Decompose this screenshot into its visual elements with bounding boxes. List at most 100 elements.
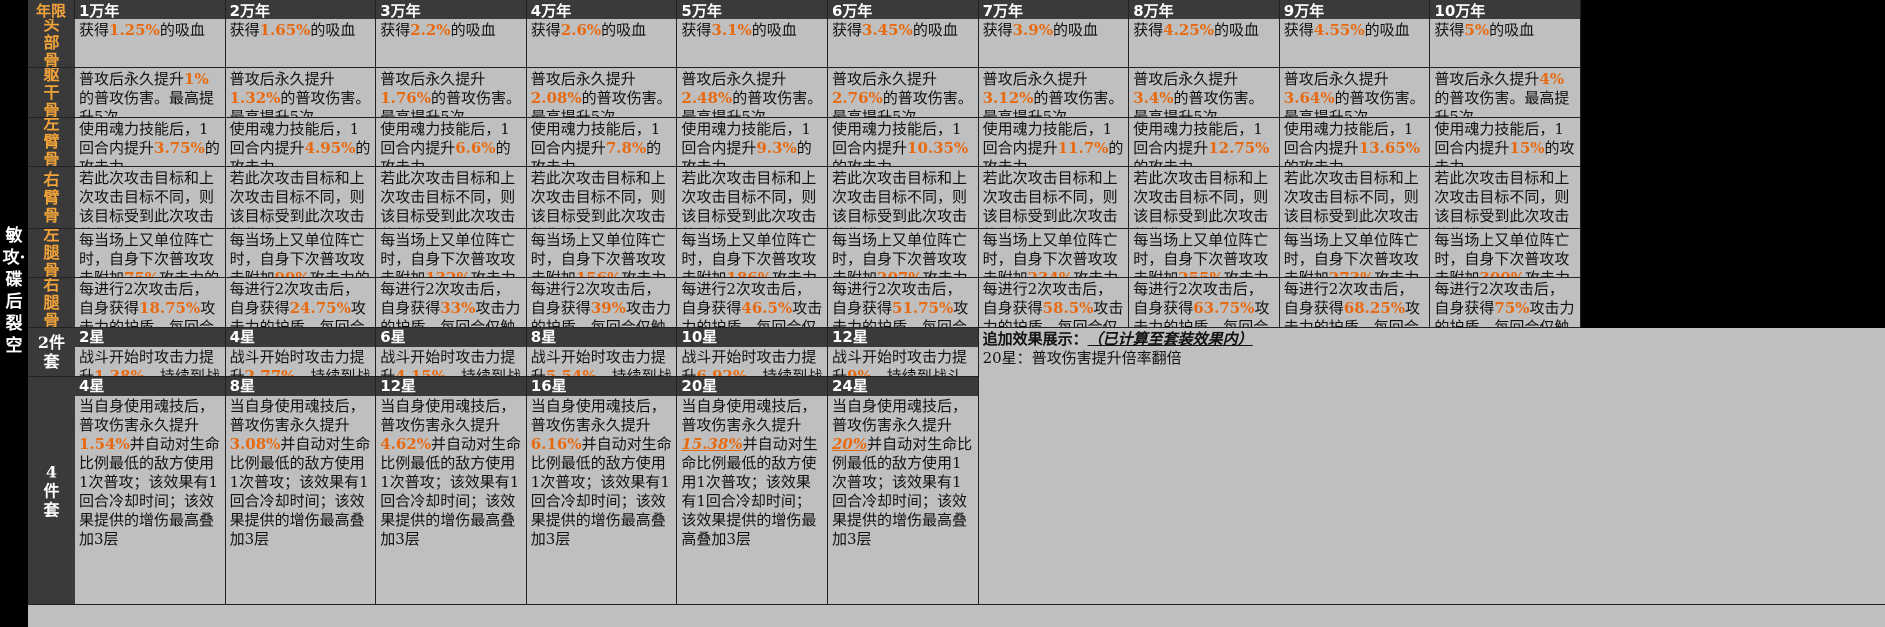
effect-value: 46.5% (741, 299, 793, 317)
effect-text: 的普攻伤害。最高提升5次 (79, 89, 215, 118)
effect-value: 132% (425, 269, 471, 278)
effect-text: 普攻后永久提升 (1133, 70, 1239, 88)
bone-name: 右腿骨 (43, 278, 60, 328)
effect-value: 255% (1178, 269, 1224, 278)
bone-effect-cell: 使用魂力技能后，1回合内提升15%的攻击力 (1430, 118, 1581, 167)
set2-label: 2件套 (28, 328, 75, 377)
star-level: 12星 (376, 377, 526, 396)
effect-value: 3.12% (982, 89, 1034, 107)
extra-title: 追加效果展示： (982, 330, 1088, 348)
year-header-text: 3万年 (380, 2, 421, 19)
set2-effect-cell: 6星战斗开始时攻击力提升4.15%，持续到战斗结束 (376, 328, 527, 377)
effect-value: 58.5% (1042, 299, 1094, 317)
bone-effect-cell: 获得2.6%的吸血 (526, 19, 678, 68)
star-text: 12星 (832, 328, 868, 346)
effect-value: 10.35% (907, 139, 969, 157)
bone-effect-cell: 获得4.55%的吸血 (1279, 19, 1431, 68)
bone-effect-cell: 使用魂力技能后，1回合内提升4.95%的攻击力 (225, 118, 377, 167)
effect-text: 的吸血 (450, 21, 496, 39)
effect-value: 2.77% (244, 367, 296, 377)
star-text: 2星 (79, 328, 105, 346)
effect-text: 若此次攻击目标和上次攻击目标不同，则该目标受到此次攻击的伤害提升 (530, 169, 666, 228)
set4-effect-cell: 20星 当自身使用魂技后，普攻伤害永久提升15.38%并自动对生命比例最低的敌方使… (677, 377, 828, 605)
effect-value: 1.32% (229, 89, 281, 107)
effect-value: 1.65% (259, 21, 311, 39)
star-text: 10星 (681, 328, 718, 346)
extra-line: 20星：普攻伤害提升倍率翻倍 (982, 349, 1182, 367)
star-text: 16星 (530, 377, 567, 395)
effect-text: 获得 (832, 21, 863, 39)
set-name-column: 敏攻·碟后裂空 (0, 0, 28, 627)
bone-effect-cell: 若此次攻击目标和上次攻击目标不同，则该目标受到此次攻击的伤害提升3.75% (75, 167, 226, 229)
bone-effect-cell: 每当场上又单位阵亡时，自身下次普攻攻击附加75%攻击力的伤害 (75, 229, 226, 278)
bone-effect-cell: 若此次攻击目标和上次攻击目标不同，则该目标受到此次攻击的伤害提升13.65% (1279, 167, 1431, 229)
effect-text: 普攻后永久提升 (1434, 70, 1540, 88)
effect-value: 4.25% (1163, 21, 1214, 39)
effect-text: 的吸血 (601, 21, 647, 39)
star-level: 6星 (376, 328, 526, 347)
effect-text: 获得 (380, 21, 411, 39)
effect-text: 的吸血 (751, 21, 797, 39)
bone-effect-cell: 普攻后永久提升2.76%的普攻伤害。最高提升5次 (828, 68, 979, 118)
star-text: 4星 (229, 328, 256, 346)
effect-text: 普攻后永久提升 (681, 70, 787, 88)
effect-value: 3.64% (1283, 89, 1335, 107)
set2-effect-cell: 2星战斗开始时攻击力提升1.38%，持续到战斗结束 (75, 328, 226, 377)
bone-name: 左腿骨 (43, 229, 60, 278)
effect-text: 的吸血 (1489, 21, 1535, 39)
effect-text: 普攻后永久提升 (982, 70, 1088, 88)
set-label-text: 4件套 (43, 462, 60, 519)
effect-value: 75% (124, 269, 160, 278)
effect-value: 6.92% (696, 367, 748, 377)
effect-value: 2.6% (560, 21, 602, 39)
footer-bar (28, 605, 1885, 627)
year-column-header: 5万年 (677, 0, 828, 19)
bone-effect-cell: 获得4.25%的吸血 (1129, 19, 1280, 68)
bone-effect-cell: 若此次攻击目标和上次攻击目标不同，则该目标受到此次攻击的伤害提升9.3% (677, 167, 828, 229)
effect-value: 39% (590, 299, 626, 317)
year-header-text: 10万年 (1434, 2, 1486, 19)
bone-name: 左臂骨 (43, 118, 60, 167)
bone-effect-cell: 普攻后永久提升3.4%的普攻伤害。最高提升5次 (1129, 68, 1280, 118)
bone-effect-cell: 每当场上又单位阵亡时，自身下次普攻攻击附加255%攻击力的伤害 (1129, 229, 1280, 278)
bone-effect-cell: 若此次攻击目标和上次攻击目标不同，则该目标受到此次攻击的伤害提升7.8% (526, 167, 678, 229)
bone-effect-cell: 获得3.1%的吸血 (677, 19, 828, 68)
set2-effect-cell: 4星战斗开始时攻击力提升2.77%，持续到战斗结束 (225, 328, 377, 377)
year-column-header: 8万年 (1129, 0, 1280, 19)
star-level: 2星 (75, 328, 225, 347)
bone-effect-cell: 普攻后永久提升2.48%的普攻伤害。最高提升5次 (677, 68, 828, 118)
star-text: 6星 (380, 328, 406, 346)
effect-text: 当自身使用魂技后，普攻伤害永久提升 (832, 397, 968, 434)
bone-effect-cell: 普攻后永久提升3.64%的普攻伤害。最高提升5次 (1279, 68, 1431, 118)
bone-effect-cell: 每当场上又单位阵亡时，自身下次普攻攻击附加132%攻击力的伤害 (376, 229, 527, 278)
star-text: 20星 (681, 377, 718, 395)
bone-effect-cell: 使用魂力技能后，1回合内提升11.7%的攻击力 (978, 118, 1130, 167)
bone-effect-cell: 若此次攻击目标和上次攻击目标不同，则该目标受到此次攻击的伤害提升4.95% (225, 167, 377, 229)
effect-text: 获得 (79, 21, 110, 39)
effect-value: 9% (847, 367, 872, 377)
bone-effect-cell: 每进行2次攻击后，自身获得18.75%攻击力的护盾，每回合仅触发一次 (75, 278, 226, 328)
bone-effect-cell: 每当场上又单位阵亡时，自身下次普攻攻击附加273%攻击力的伤害 (1279, 229, 1431, 278)
bone-effect-cell: 获得1.25%的吸血 (75, 19, 226, 68)
effect-text: 若此次攻击目标和上次攻击目标不同，则该目标受到此次攻击的伤害提升 (1283, 169, 1419, 228)
effect-value: 20% (832, 435, 868, 453)
effect-text: 普攻后永久提升 (79, 70, 185, 88)
effect-text: 的吸血 (1052, 21, 1098, 39)
bone-effect-cell: 获得1.65%的吸血 (225, 19, 377, 68)
bone-effect-cell: 普攻后永久提升3.12%的普攻伤害。最高提升5次 (978, 68, 1130, 118)
effect-value: 3.1% (711, 21, 752, 39)
effect-text: 当自身使用魂技后，普攻伤害永久提升 (229, 397, 365, 434)
star-level: 10星 (677, 328, 827, 347)
effect-text: 获得 (1283, 21, 1314, 39)
effect-value: 4% (1539, 70, 1565, 88)
year-header-text: 6万年 (832, 2, 873, 19)
set2-effect-cell: 12星战斗开始时攻击力提升9%，持续到战斗结束 (828, 328, 979, 377)
effect-value: 4.95% (304, 139, 356, 157)
set4-label: 4件套 (28, 377, 75, 605)
effect-text: 的吸血 (1364, 21, 1410, 39)
effect-text: 普攻后永久提升 (832, 70, 938, 88)
set-label-text: 2件套 (37, 333, 66, 371)
effect-value: 6.16% (530, 435, 582, 453)
effect-text: 若此次攻击目标和上次攻击目标不同，则该目标受到此次攻击的伤害提升 (982, 169, 1118, 228)
set2-effect-cell: 8星战斗开始时攻击力提升5.54%，持续到战斗结束 (526, 328, 678, 377)
